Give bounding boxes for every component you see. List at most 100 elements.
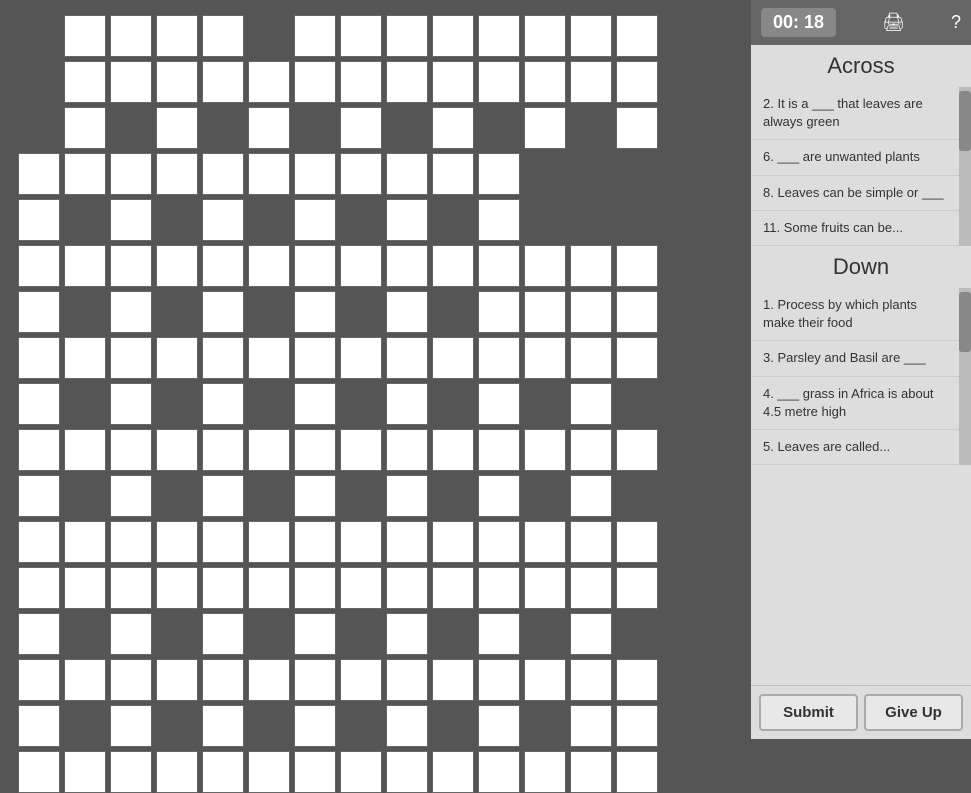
- crossword-cell[interactable]: [202, 751, 244, 793]
- crossword-cell[interactable]: [64, 429, 106, 471]
- crossword-cell[interactable]: [570, 337, 612, 379]
- crossword-cell[interactable]: [570, 751, 612, 793]
- crossword-cell[interactable]: [110, 245, 152, 287]
- help-icon[interactable]: ?: [951, 12, 961, 33]
- crossword-cell[interactable]: [64, 567, 106, 609]
- crossword-cell[interactable]: [64, 659, 106, 701]
- crossword-cell[interactable]: [570, 613, 612, 655]
- crossword-cell[interactable]: [570, 383, 612, 425]
- crossword-cell[interactable]: [616, 751, 658, 793]
- crossword-cell[interactable]: [294, 475, 336, 517]
- crossword-cell[interactable]: [340, 107, 382, 149]
- crossword-cell[interactable]: [18, 475, 60, 517]
- crossword-cell[interactable]: [616, 337, 658, 379]
- crossword-cell[interactable]: [110, 613, 152, 655]
- crossword-cell[interactable]: [386, 61, 428, 103]
- crossword-cell[interactable]: [524, 61, 566, 103]
- crossword-cell[interactable]: [294, 567, 336, 609]
- across-scrollbar[interactable]: [959, 87, 971, 246]
- crossword-cell[interactable]: [432, 61, 474, 103]
- crossword-cell[interactable]: [570, 705, 612, 747]
- crossword-cell[interactable]: [478, 521, 520, 563]
- crossword-cell[interactable]: [524, 291, 566, 333]
- crossword-cell[interactable]: [156, 429, 198, 471]
- crossword-cell[interactable]: [156, 659, 198, 701]
- crossword-cell[interactable]: [524, 15, 566, 57]
- crossword-cell[interactable]: [110, 337, 152, 379]
- crossword-cell[interactable]: [156, 61, 198, 103]
- crossword-cell[interactable]: [340, 429, 382, 471]
- crossword-cell[interactable]: [616, 659, 658, 701]
- down-clue-1[interactable]: 1. Process by which plants make their fo…: [751, 288, 959, 341]
- down-clue-5[interactable]: 5. Leaves are called...: [751, 430, 959, 465]
- print-icon[interactable]: 🖨: [882, 12, 905, 33]
- down-clue-4[interactable]: 4. ___ grass in Africa is about 4.5 metr…: [751, 377, 959, 430]
- crossword-cell[interactable]: [386, 291, 428, 333]
- crossword-cell[interactable]: [478, 15, 520, 57]
- crossword-cell[interactable]: [156, 245, 198, 287]
- crossword-cell[interactable]: [524, 107, 566, 149]
- crossword-cell[interactable]: [18, 337, 60, 379]
- crossword-cell[interactable]: [294, 705, 336, 747]
- crossword-cell[interactable]: [478, 153, 520, 195]
- crossword-cell[interactable]: [432, 567, 474, 609]
- crossword-cell[interactable]: [156, 153, 198, 195]
- crossword-cell[interactable]: [202, 15, 244, 57]
- crossword-cell[interactable]: [64, 61, 106, 103]
- crossword-cell[interactable]: [386, 337, 428, 379]
- crossword-cell[interactable]: [616, 245, 658, 287]
- crossword-cell[interactable]: [524, 751, 566, 793]
- down-clue-3[interactable]: 3. Parsley and Basil are ___: [751, 341, 959, 376]
- crossword-cell[interactable]: [18, 751, 60, 793]
- crossword-cell[interactable]: [478, 199, 520, 241]
- crossword-cell[interactable]: [110, 659, 152, 701]
- crossword-cell[interactable]: [156, 567, 198, 609]
- crossword-cell[interactable]: [478, 705, 520, 747]
- crossword-cell[interactable]: [294, 291, 336, 333]
- crossword-cell[interactable]: [202, 429, 244, 471]
- crossword-cell[interactable]: [386, 659, 428, 701]
- crossword-cell[interactable]: [18, 383, 60, 425]
- crossword-cell[interactable]: [156, 107, 198, 149]
- crossword-cell[interactable]: [18, 429, 60, 471]
- crossword-cell[interactable]: [432, 751, 474, 793]
- crossword-cell[interactable]: [478, 751, 520, 793]
- across-clue-2[interactable]: 2. It is a ___ that leaves are always gr…: [751, 87, 959, 140]
- crossword-cell[interactable]: [202, 659, 244, 701]
- crossword-cell[interactable]: [156, 15, 198, 57]
- crossword-cell[interactable]: [340, 153, 382, 195]
- crossword-cell[interactable]: [432, 337, 474, 379]
- crossword-cell[interactable]: [616, 15, 658, 57]
- crossword-cell[interactable]: [432, 659, 474, 701]
- crossword-cell[interactable]: [248, 245, 290, 287]
- giveup-button[interactable]: Give Up: [864, 694, 963, 731]
- crossword-cell[interactable]: [64, 107, 106, 149]
- crossword-cell[interactable]: [110, 383, 152, 425]
- crossword-cell[interactable]: [340, 659, 382, 701]
- crossword-cell[interactable]: [64, 153, 106, 195]
- crossword-cell[interactable]: [18, 659, 60, 701]
- crossword-cell[interactable]: [340, 337, 382, 379]
- crossword-cell[interactable]: [340, 15, 382, 57]
- crossword-cell[interactable]: [248, 107, 290, 149]
- crossword-cell[interactable]: [340, 521, 382, 563]
- crossword-cell[interactable]: [386, 751, 428, 793]
- crossword-cell[interactable]: [386, 613, 428, 655]
- crossword-cell[interactable]: [478, 659, 520, 701]
- crossword-cell[interactable]: [340, 61, 382, 103]
- crossword-cell[interactable]: [432, 153, 474, 195]
- crossword-cell[interactable]: [294, 15, 336, 57]
- crossword-cell[interactable]: [18, 705, 60, 747]
- crossword-cell[interactable]: [248, 429, 290, 471]
- crossword-cell[interactable]: [18, 567, 60, 609]
- crossword-cell[interactable]: [294, 153, 336, 195]
- crossword-cell[interactable]: [478, 475, 520, 517]
- across-clue-11[interactable]: 11. Some fruits can be...: [751, 211, 959, 246]
- crossword-cell[interactable]: [110, 153, 152, 195]
- crossword-cell[interactable]: [18, 153, 60, 195]
- crossword-cell[interactable]: [248, 659, 290, 701]
- crossword-cell[interactable]: [202, 383, 244, 425]
- crossword-cell[interactable]: [294, 383, 336, 425]
- crossword-cell[interactable]: [386, 199, 428, 241]
- crossword-cell[interactable]: [18, 199, 60, 241]
